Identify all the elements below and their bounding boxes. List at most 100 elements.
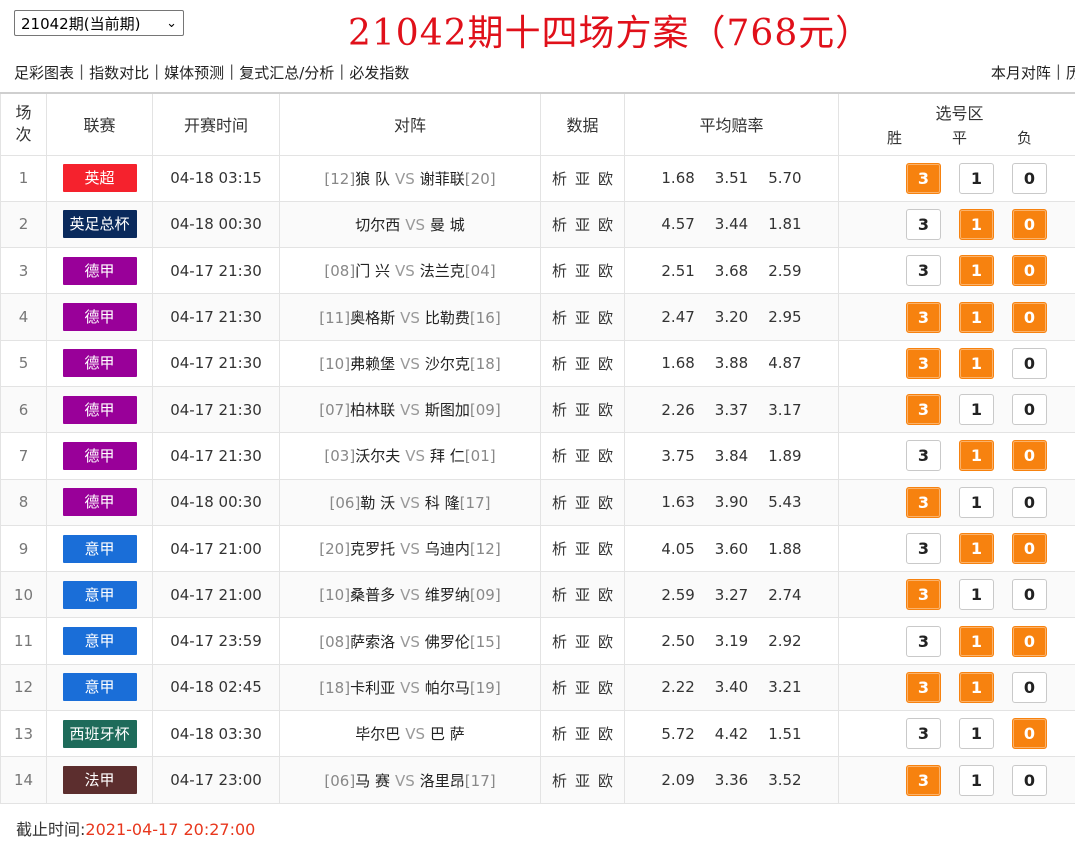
pick-win-button[interactable]: 3: [906, 533, 941, 565]
asian-odds-link[interactable]: 亚: [575, 492, 590, 513]
euro-odds-link[interactable]: 欧: [598, 723, 613, 744]
home-team[interactable]: 柏林联: [350, 401, 395, 419]
away-team[interactable]: 曼 城: [430, 216, 465, 234]
league-badge[interactable]: 德甲: [62, 395, 137, 424]
pick-draw-button[interactable]: 1: [959, 671, 994, 703]
league-badge[interactable]: 法甲: [62, 766, 137, 794]
asian-odds-link[interactable]: 亚: [575, 168, 590, 189]
league-badge[interactable]: 德甲: [62, 256, 137, 285]
away-team[interactable]: 谢菲联: [420, 170, 465, 188]
away-team[interactable]: 斯图加: [425, 401, 470, 419]
home-team[interactable]: 卡利亚: [350, 679, 395, 697]
pick-win-button[interactable]: 3: [906, 255, 941, 287]
analysis-link[interactable]: 析: [552, 260, 567, 281]
league-badge[interactable]: 意甲: [62, 580, 137, 609]
asian-odds-link[interactable]: 亚: [575, 260, 590, 281]
analysis-link[interactable]: 析: [552, 214, 567, 235]
league-badge[interactable]: 德甲: [62, 349, 137, 378]
pick-win-button[interactable]: 3: [906, 671, 941, 703]
euro-odds-link[interactable]: 欧: [598, 260, 613, 281]
away-team[interactable]: 比勒费: [425, 309, 470, 327]
away-team[interactable]: 维罗纳: [425, 586, 470, 604]
asian-odds-link[interactable]: 亚: [575, 353, 590, 374]
home-team[interactable]: 勒 沃: [360, 494, 395, 512]
pick-lose-button[interactable]: 0: [1012, 764, 1047, 796]
league-badge[interactable]: 德甲: [62, 441, 137, 470]
analysis-link[interactable]: 析: [552, 399, 567, 420]
pick-draw-button[interactable]: 1: [959, 255, 994, 287]
home-team[interactable]: 克罗托: [350, 540, 395, 558]
away-team[interactable]: 法兰克: [420, 262, 465, 280]
euro-odds-link[interactable]: 欧: [598, 677, 613, 698]
euro-odds-link[interactable]: 欧: [598, 492, 613, 513]
pick-draw-button[interactable]: 1: [959, 486, 994, 518]
asian-odds-link[interactable]: 亚: [575, 214, 590, 235]
pick-draw-button[interactable]: 1: [959, 579, 994, 611]
analysis-link[interactable]: 析: [552, 353, 567, 374]
analysis-link[interactable]: 析: [552, 445, 567, 466]
euro-odds-link[interactable]: 欧: [598, 214, 613, 235]
analysis-link[interactable]: 析: [552, 770, 567, 791]
euro-odds-link[interactable]: 欧: [598, 353, 613, 374]
euro-odds-link[interactable]: 欧: [598, 770, 613, 791]
pick-draw-button[interactable]: 1: [959, 625, 994, 657]
asian-odds-link[interactable]: 亚: [575, 631, 590, 652]
home-team[interactable]: 弗赖堡: [350, 355, 395, 373]
league-badge[interactable]: 西班牙杯: [62, 719, 137, 748]
pick-win-button[interactable]: 3: [906, 718, 941, 750]
asian-odds-link[interactable]: 亚: [575, 399, 590, 420]
asian-odds-link[interactable]: 亚: [575, 445, 590, 466]
away-team[interactable]: 洛里昂: [420, 772, 465, 790]
pick-lose-button[interactable]: 0: [1012, 255, 1047, 287]
euro-odds-link[interactable]: 欧: [598, 631, 613, 652]
pick-win-button[interactable]: 3: [906, 764, 941, 796]
home-team[interactable]: 奥格斯: [350, 309, 395, 327]
analysis-link[interactable]: 析: [552, 492, 567, 513]
pick-win-button[interactable]: 3: [906, 625, 941, 657]
pick-lose-button[interactable]: 0: [1012, 347, 1047, 379]
analysis-link[interactable]: 析: [552, 307, 567, 328]
pick-lose-button[interactable]: 0: [1012, 486, 1047, 518]
home-team[interactable]: 狼 队: [355, 170, 390, 188]
home-team[interactable]: 桑普多: [350, 586, 395, 604]
pick-lose-button[interactable]: 0: [1012, 162, 1047, 194]
pick-lose-button[interactable]: 0: [1012, 625, 1047, 657]
euro-odds-link[interactable]: 欧: [598, 445, 613, 466]
away-team[interactable]: 拜 仁: [430, 447, 465, 465]
pick-draw-button[interactable]: 1: [959, 394, 994, 426]
asian-odds-link[interactable]: 亚: [575, 723, 590, 744]
pick-draw-button[interactable]: 1: [959, 347, 994, 379]
analysis-link[interactable]: 析: [552, 677, 567, 698]
euro-odds-link[interactable]: 欧: [598, 584, 613, 605]
nav-link[interactable]: 必发指数: [349, 62, 409, 83]
asian-odds-link[interactable]: 亚: [575, 770, 590, 791]
pick-win-button[interactable]: 3: [906, 162, 941, 194]
pick-win-button[interactable]: 3: [906, 440, 941, 472]
pick-win-button[interactable]: 3: [906, 394, 941, 426]
home-team[interactable]: 沃尔夫: [355, 447, 400, 465]
away-team[interactable]: 科 隆: [425, 494, 460, 512]
league-badge[interactable]: 英足总杯: [62, 210, 137, 239]
pick-lose-button[interactable]: 0: [1012, 718, 1047, 750]
league-badge[interactable]: 德甲: [62, 303, 137, 332]
pick-win-button[interactable]: 3: [906, 301, 941, 333]
league-badge[interactable]: 意甲: [62, 534, 137, 563]
nav-link[interactable]: 复式汇总/分析: [239, 62, 334, 83]
pick-draw-button[interactable]: 1: [959, 162, 994, 194]
pick-draw-button[interactable]: 1: [959, 440, 994, 472]
nav-link[interactable]: 本月对阵: [991, 62, 1051, 83]
league-badge[interactable]: 意甲: [62, 627, 137, 656]
away-team[interactable]: 佛罗伦: [425, 633, 470, 651]
pick-lose-button[interactable]: 0: [1012, 533, 1047, 565]
pick-draw-button[interactable]: 1: [959, 301, 994, 333]
pick-win-button[interactable]: 3: [906, 208, 941, 240]
pick-lose-button[interactable]: 0: [1012, 301, 1047, 333]
home-team[interactable]: 切尔西: [355, 216, 400, 234]
pick-lose-button[interactable]: 0: [1012, 208, 1047, 240]
home-team[interactable]: 萨索洛: [350, 633, 395, 651]
nav-link[interactable]: 指数对比: [89, 62, 149, 83]
euro-odds-link[interactable]: 欧: [598, 538, 613, 559]
pick-lose-button[interactable]: 0: [1012, 579, 1047, 611]
analysis-link[interactable]: 析: [552, 584, 567, 605]
pick-draw-button[interactable]: 1: [959, 533, 994, 565]
